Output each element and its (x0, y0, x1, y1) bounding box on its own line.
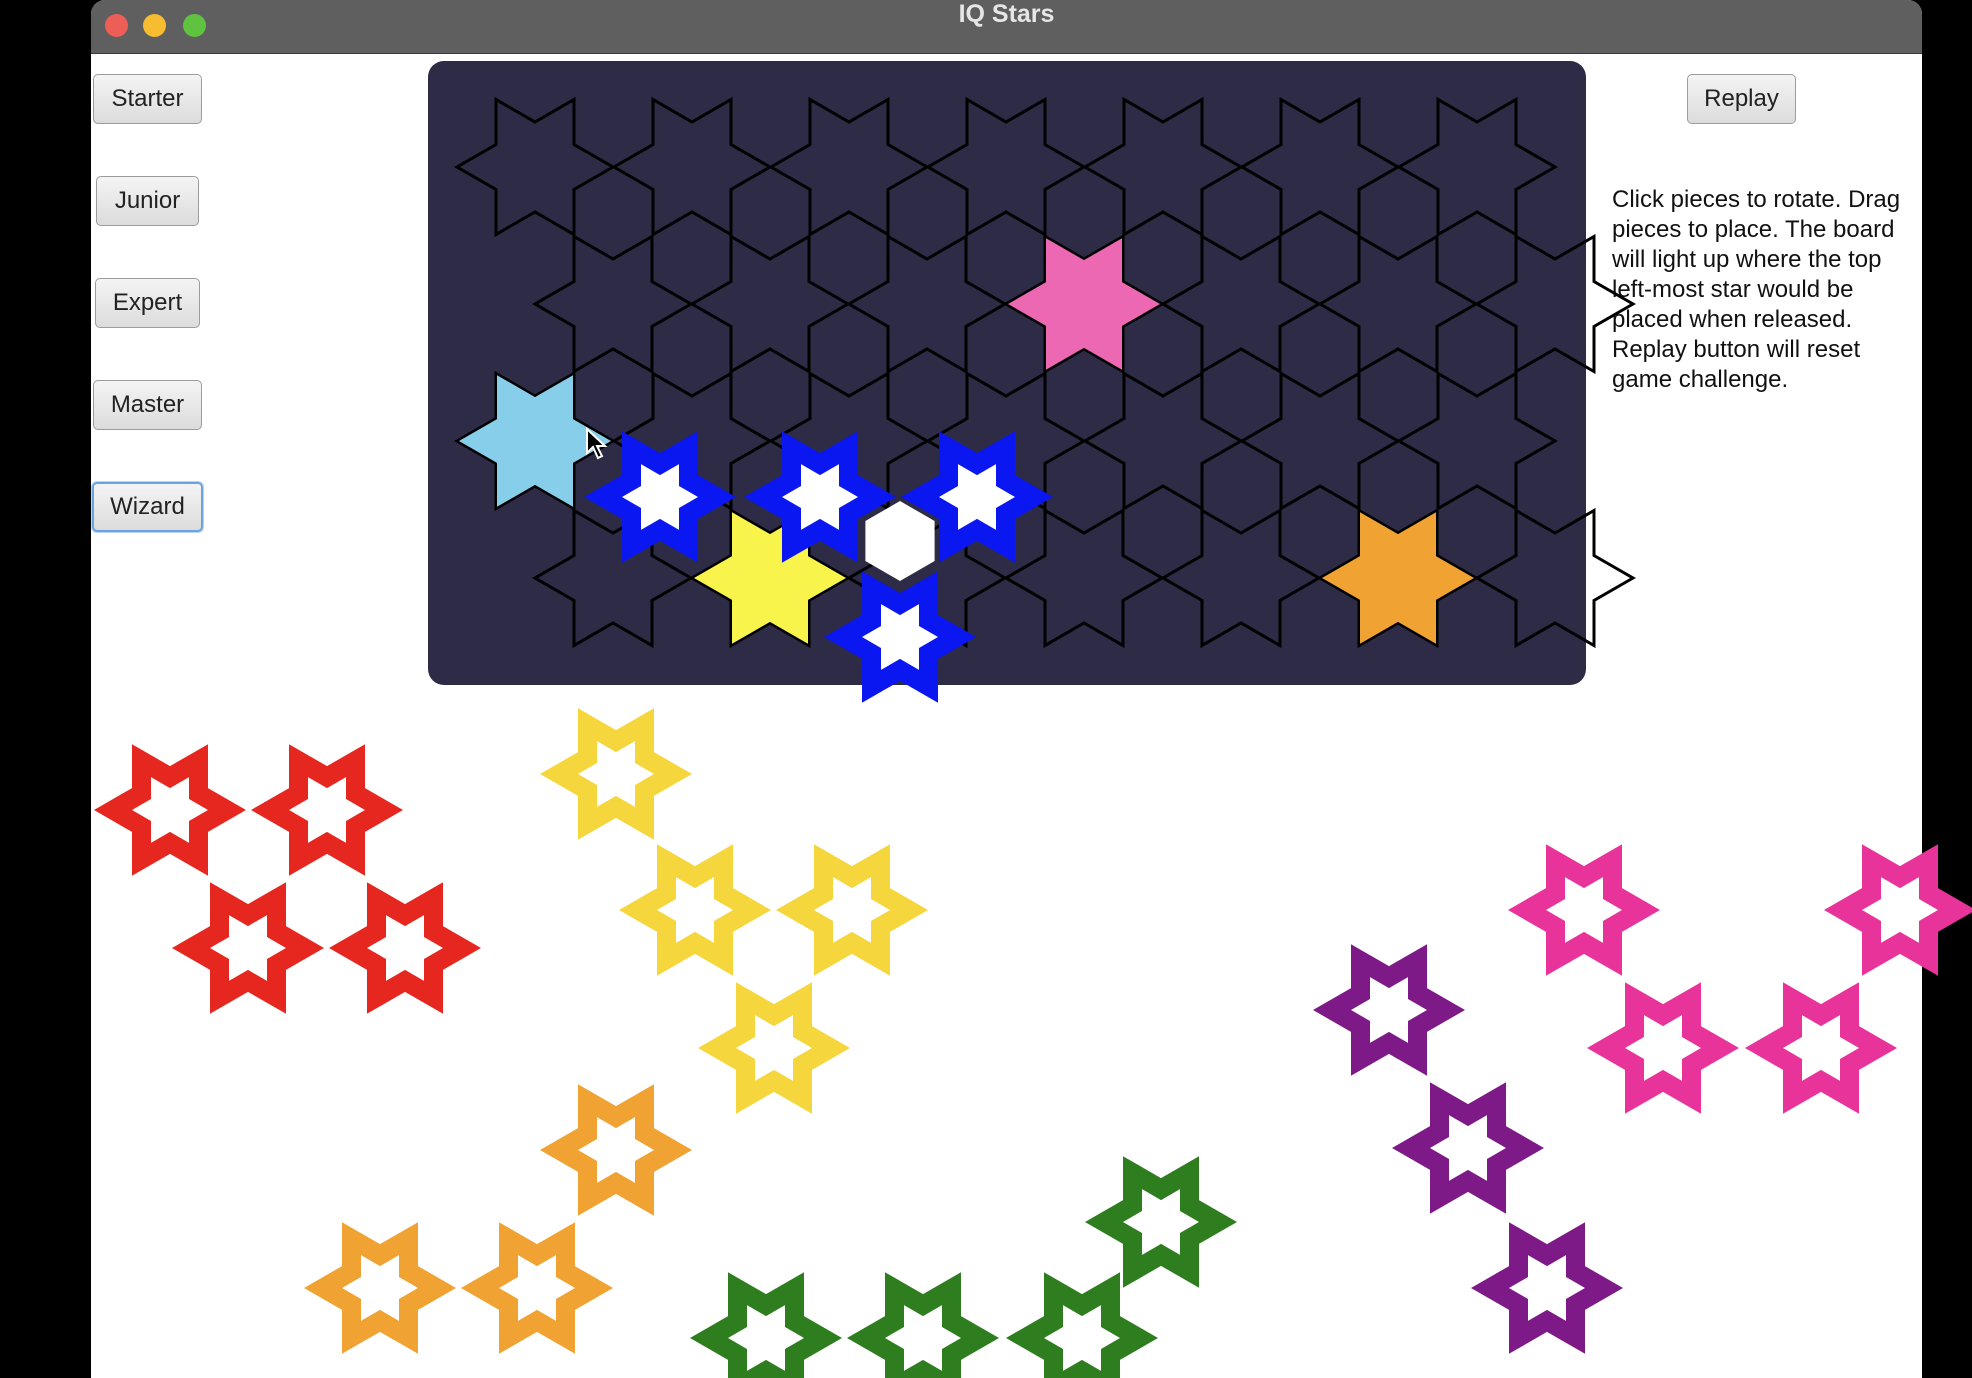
master-button[interactable]: Master (93, 380, 202, 430)
game-window: IQ Stars Starter Junior Expert Master Wi… (91, 0, 1922, 1378)
instructions-text: Click pieces to rotate. Drag pieces to p… (1612, 186, 1901, 393)
expert-button[interactable]: Expert (95, 278, 200, 328)
replay-button[interactable]: Replay (1687, 74, 1796, 124)
title-bar: IQ Stars (91, 0, 1922, 54)
mouse-pointer-icon (586, 427, 608, 460)
junior-button[interactable]: Junior (96, 176, 199, 226)
window-title: IQ Stars (958, 0, 1055, 28)
wizard-button[interactable]: Wizard (92, 482, 203, 532)
starter-button[interactable]: Starter (93, 74, 202, 124)
